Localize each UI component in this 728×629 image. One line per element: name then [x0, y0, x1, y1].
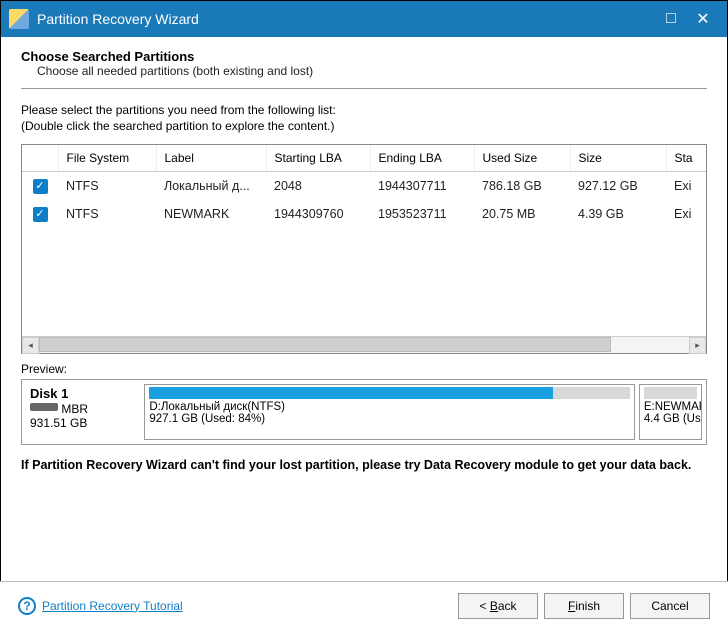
- col-starting-lba[interactable]: Starting LBA: [266, 145, 370, 172]
- cancel-button[interactable]: Cancel: [630, 593, 710, 619]
- col-filesystem[interactable]: File System: [58, 145, 156, 172]
- cell-used: 786.18 GB: [474, 172, 570, 201]
- disk-icon: [30, 403, 58, 411]
- cell-status: Exi: [666, 200, 706, 228]
- col-used-size[interactable]: Used Size: [474, 145, 570, 172]
- col-size[interactable]: Size: [570, 145, 666, 172]
- cell-label: NEWMARK: [156, 200, 266, 228]
- partition-line1: D:Локальный диск(NTFS): [149, 401, 630, 413]
- cell-fs: NTFS: [58, 172, 156, 201]
- disk-name: Disk 1: [30, 386, 136, 401]
- preview-partition[interactable]: D:Локальный диск(NTFS) 927.1 GB (Used: 8…: [144, 384, 635, 440]
- preview-partition[interactable]: E:NEWMARK 4.4 GB (Used: [639, 384, 702, 440]
- cell-size: 927.12 GB: [570, 172, 666, 201]
- cell-end: 1944307711: [370, 172, 474, 201]
- cell-used: 20.75 MB: [474, 200, 570, 228]
- col-checkbox[interactable]: [22, 145, 58, 172]
- partition-line2: 4.4 GB (Used: [644, 413, 697, 425]
- horizontal-scrollbar[interactable]: ◂ ▸: [22, 336, 706, 353]
- cell-start: 1944309760: [266, 200, 370, 228]
- titlebar: Partition Recovery Wizard □ ✕: [1, 1, 727, 37]
- scroll-left-icon[interactable]: ◂: [22, 337, 39, 354]
- col-label[interactable]: Label: [156, 145, 266, 172]
- instruction-line-2: (Double click the searched partition to …: [21, 119, 707, 135]
- table-header-row: File System Label Starting LBA Ending LB…: [22, 145, 706, 172]
- maximize-button[interactable]: □: [655, 1, 687, 37]
- tutorial-link[interactable]: Partition Recovery Tutorial: [42, 599, 183, 613]
- checkbox-icon[interactable]: ✓: [33, 179, 48, 194]
- instruction-line-1: Please select the partitions you need fr…: [21, 103, 707, 119]
- disk-info: Disk 1 MBR 931.51 GB: [26, 384, 140, 440]
- col-ending-lba[interactable]: Ending LBA: [370, 145, 474, 172]
- disk-scheme: MBR: [61, 402, 88, 416]
- finish-button[interactable]: Finish: [544, 593, 624, 619]
- col-status[interactable]: Sta: [666, 145, 706, 172]
- content-area: Choose Searched Partitions Choose all ne…: [1, 37, 727, 474]
- table-row[interactable]: ✓ NTFS NEWMARK 1944309760 1953523711 20.…: [22, 200, 706, 228]
- app-logo-icon: [9, 9, 29, 29]
- preview-label: Preview:: [21, 362, 707, 376]
- divider: [21, 88, 707, 89]
- page-subheading: Choose all needed partitions (both exist…: [37, 64, 707, 78]
- scroll-right-icon[interactable]: ▸: [689, 337, 706, 354]
- partition-table: File System Label Starting LBA Ending LB…: [21, 144, 707, 354]
- page-heading: Choose Searched Partitions: [21, 49, 707, 64]
- checkbox-icon[interactable]: ✓: [33, 207, 48, 222]
- cell-label: Локальный д...: [156, 172, 266, 201]
- close-button[interactable]: ✕: [687, 1, 719, 37]
- usage-bar: [149, 387, 553, 399]
- disk-size: 931.51 GB: [30, 416, 87, 430]
- footer: ? Partition Recovery Tutorial < Back Fin…: [0, 581, 728, 629]
- cell-end: 1953523711: [370, 200, 474, 228]
- scroll-thumb[interactable]: [39, 337, 611, 352]
- cell-fs: NTFS: [58, 200, 156, 228]
- preview-box: Disk 1 MBR 931.51 GB D:Локальный диск(NT…: [21, 379, 707, 445]
- window-title: Partition Recovery Wizard: [37, 11, 655, 27]
- partition-line2: 927.1 GB (Used: 84%): [149, 413, 630, 425]
- back-button[interactable]: < Back: [458, 593, 538, 619]
- help-icon[interactable]: ?: [18, 597, 36, 615]
- cell-start: 2048: [266, 172, 370, 201]
- recovery-note: If Partition Recovery Wizard can't find …: [21, 457, 707, 474]
- partition-line1: E:NEWMARK: [644, 401, 697, 413]
- table-row[interactable]: ✓ NTFS Локальный д... 2048 1944307711 78…: [22, 172, 706, 201]
- cell-size: 4.39 GB: [570, 200, 666, 228]
- cell-status: Exi: [666, 172, 706, 201]
